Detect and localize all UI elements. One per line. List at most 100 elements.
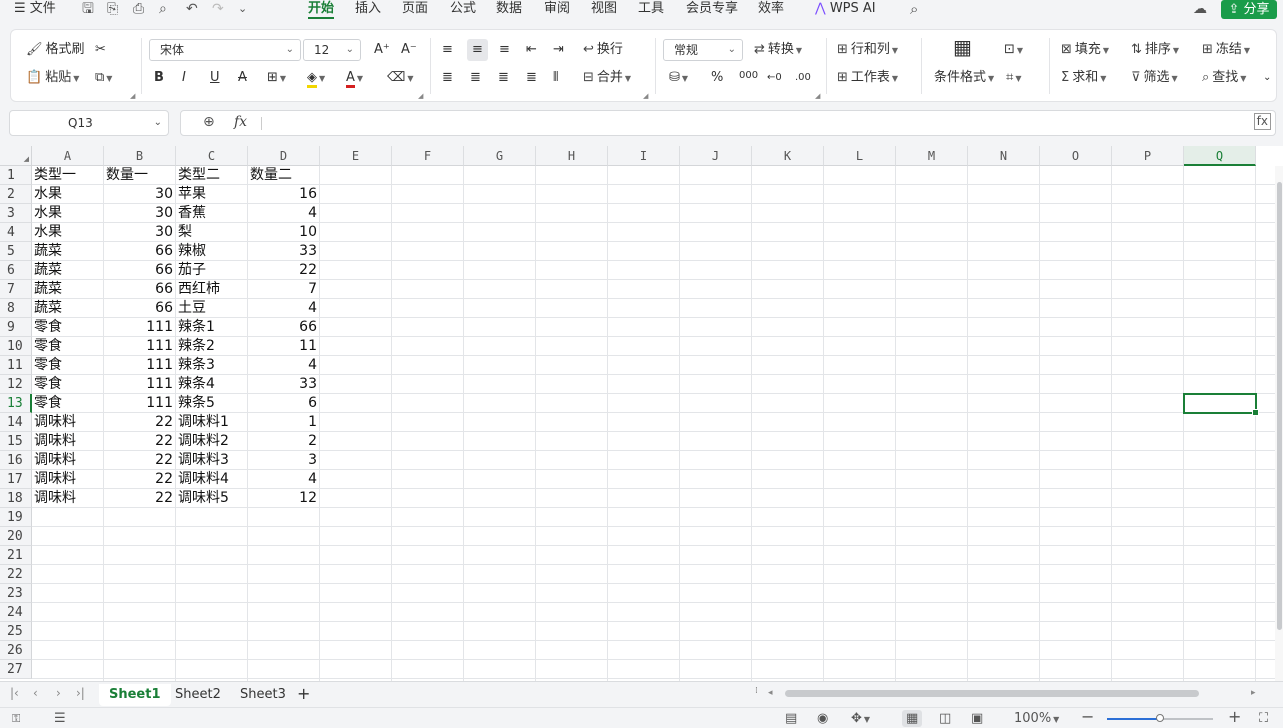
wrap-button[interactable]: ↩ 换行 [583,41,623,59]
cell-a11[interactable]: 零食 [32,356,104,375]
cell-a13[interactable]: 零食 [32,394,104,413]
cell-d7[interactable]: 7 [248,280,320,299]
percent-icon[interactable]: % [711,69,723,87]
cell-a1[interactable]: 类型一 [32,166,104,185]
row-header[interactable]: 1 [0,166,32,185]
ribbon-more-icon[interactable]: ⌄ [1263,69,1271,87]
cell-a5[interactable]: 蔬菜 [32,242,104,261]
cell-b12[interactable]: 111 [104,375,176,394]
filter-button[interactable]: ⊽ 筛选 ▼ [1131,69,1178,88]
cell-c2[interactable]: 苹果 [176,185,248,204]
row-header[interactable]: 23 [0,584,32,603]
zoom-slider-knob[interactable] [1156,714,1164,722]
increase-decimal-icon[interactable]: ←0 [767,69,782,87]
rows-cols-button[interactable]: ⊞ 行和列 ▼ [837,41,898,60]
cell-a3[interactable]: 水果 [32,204,104,223]
format-painter-button[interactable]: 🖌 格式刷 [26,41,85,59]
row-header[interactable]: 15 [0,432,32,451]
function-icon[interactable]: fx [234,114,247,130]
align-right-icon[interactable]: ≣ [498,69,509,87]
cell-b7[interactable]: 66 [104,280,176,299]
normal-view-icon[interactable]: ▦ [902,710,923,727]
row-header[interactable]: 21 [0,546,32,565]
cell-b16[interactable]: 22 [104,451,176,470]
cell-c16[interactable]: 调味料3 [176,451,248,470]
cell-d3[interactable]: 4 [248,204,320,223]
column-header-n[interactable]: N [968,146,1040,166]
row-header[interactable]: 16 [0,451,32,470]
zoom-level[interactable]: 100% ▼ [1014,710,1059,728]
cell-d4[interactable]: 10 [248,223,320,242]
tab-data[interactable]: 数据 [496,0,522,18]
font-size-select[interactable]: 12 ⌄ [303,39,361,61]
align-bottom-icon[interactable]: ≡ [499,41,510,59]
cell-b13[interactable]: 111 [104,394,176,413]
row-header[interactable]: 6 [0,261,32,280]
outdent-icon[interactable]: ⇤ [526,41,537,59]
cell-b10[interactable]: 111 [104,337,176,356]
row-header[interactable]: 18 [0,489,32,508]
export-icon[interactable]: ⎘ [107,1,118,17]
cell-d14[interactable]: 1 [248,413,320,432]
crop-button[interactable]: ⌗ ▼ [1006,69,1021,88]
cell-a12[interactable]: 零食 [32,375,104,394]
column-header-l[interactable]: L [824,146,896,166]
chevron-down-icon[interactable]: ⌄ [154,111,162,135]
paste-button[interactable]: 📋 粘贴 ▼ [26,69,79,88]
row-header[interactable]: 4 [0,223,32,242]
column-header-k[interactable]: K [752,146,824,166]
column-header-p[interactable]: P [1112,146,1184,166]
save-icon[interactable]: 🖫 [82,1,94,17]
cell-d1[interactable]: 数量二 [248,166,320,185]
number-format-select[interactable]: 常规 ⌄ [663,39,743,61]
cell-a14[interactable]: 调味料 [32,413,104,432]
cloud-sync-icon[interactable]: ☁ [1193,1,1207,17]
cell-c12[interactable]: 辣条4 [176,375,248,394]
undo-icon[interactable]: ↶ [186,1,198,17]
column-header-j[interactable]: J [680,146,752,166]
sheet-tab-sheet1[interactable]: Sheet1 [99,684,171,706]
row-header[interactable]: 25 [0,622,32,641]
column-header-g[interactable]: G [464,146,536,166]
column-header-d[interactable]: D [248,146,320,166]
cell-b15[interactable]: 22 [104,432,176,451]
cell-b1[interactable]: 数量一 [104,166,176,185]
cell-d8[interactable]: 4 [248,299,320,318]
distributed-icon[interactable]: ⫴ [553,69,558,87]
indent-icon[interactable]: ⇥ [553,41,564,59]
cell-d5[interactable]: 33 [248,242,320,261]
sheet-tab-sheet3[interactable]: Sheet3 [230,684,296,706]
sum-button[interactable]: Σ 求和 ▼ [1061,69,1106,88]
cell-a18[interactable]: 调味料 [32,489,104,508]
name-box[interactable]: Q13 ⌄ [9,110,169,136]
fullscreen-icon[interactable]: ⛶ [1259,710,1268,727]
cell-c15[interactable]: 调味料2 [176,432,248,451]
cell-a8[interactable]: 蔬菜 [32,299,104,318]
align-middle-icon[interactable]: ≡ [467,39,488,61]
row-header[interactable]: 11 [0,356,32,375]
row-header[interactable]: 22 [0,565,32,584]
cell-a6[interactable]: 蔬菜 [32,261,104,280]
find-button[interactable]: ⌕ 查找 ▼ [1202,69,1246,88]
cell-b6[interactable]: 66 [104,261,176,280]
currency-button[interactable]: ⛁ ▼ [669,69,688,88]
macro-icon[interactable]: ⚿ [12,710,20,727]
tab-home[interactable]: 开始 [308,0,334,18]
cell-d12[interactable]: 33 [248,375,320,394]
page-layout-icon[interactable]: ◫ [939,710,951,727]
row-header[interactable]: 13 [0,394,32,413]
column-header-a[interactable]: A [32,146,104,166]
cell-d15[interactable]: 2 [248,432,320,451]
cell-a17[interactable]: 调味料 [32,470,104,489]
cell-b5[interactable]: 66 [104,242,176,261]
cell-a4[interactable]: 水果 [32,223,104,242]
row-header[interactable]: 27 [0,660,32,679]
column-header-b[interactable]: B [104,146,176,166]
hscroll-split-icon[interactable]: ⁞ [755,686,758,696]
cell-d6[interactable]: 22 [248,261,320,280]
cell-c9[interactable]: 辣条1 [176,318,248,337]
cell-c18[interactable]: 调味料5 [176,489,248,508]
cell-d11[interactable]: 4 [248,356,320,375]
increase-font-icon[interactable]: A⁺ [374,41,390,59]
cell-d17[interactable]: 4 [248,470,320,489]
